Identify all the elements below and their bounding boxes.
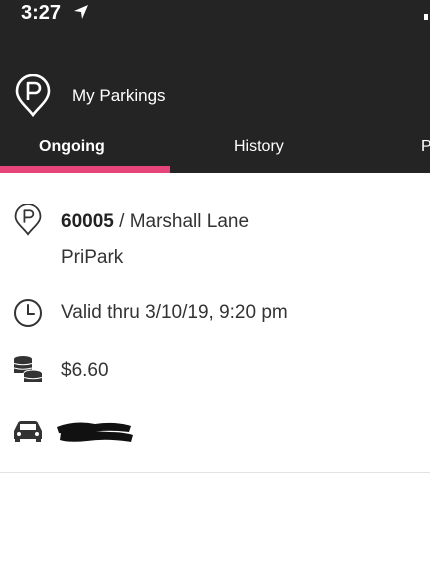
- tab-label: Ongoing: [39, 138, 105, 155]
- car-icon: [14, 421, 42, 442]
- zone-name: Marshall Lane: [129, 211, 250, 232]
- parking-pin-icon: [14, 204, 42, 236]
- cost-text: $6.60: [61, 360, 109, 381]
- status-bar: 3:27: [0, 0, 430, 34]
- app-header: 3:27 My Parkings Ongoing History P: [0, 0, 430, 173]
- tab-label: History: [234, 138, 284, 155]
- coins-icon: [13, 356, 43, 382]
- parking-pin-icon: [15, 74, 51, 118]
- clock-icon: [14, 299, 42, 327]
- zone-line: 60005 / Marshall Lane: [61, 211, 249, 233]
- title-row: My Parkings: [0, 74, 430, 118]
- validity-text: Valid thru 3/10/19, 9:20 pm: [61, 302, 288, 323]
- tab-third[interactable]: P: [400, 130, 430, 173]
- redacted-plate: [57, 422, 133, 442]
- zone-code: 60005: [61, 211, 114, 232]
- parking-details: 60005 / Marshall Lane PriPark Valid thru…: [0, 173, 430, 473]
- tab-label: P: [421, 138, 430, 155]
- app-title: My Parkings: [72, 86, 166, 105]
- signal-icon: [424, 14, 428, 20]
- operator-name: PriPark: [61, 247, 124, 268]
- zone-separator: /: [113, 211, 130, 232]
- status-time: 3:27: [21, 2, 62, 24]
- location-arrow-icon: [74, 5, 88, 19]
- active-tab-indicator: [0, 166, 170, 173]
- tab-history[interactable]: History: [190, 130, 340, 173]
